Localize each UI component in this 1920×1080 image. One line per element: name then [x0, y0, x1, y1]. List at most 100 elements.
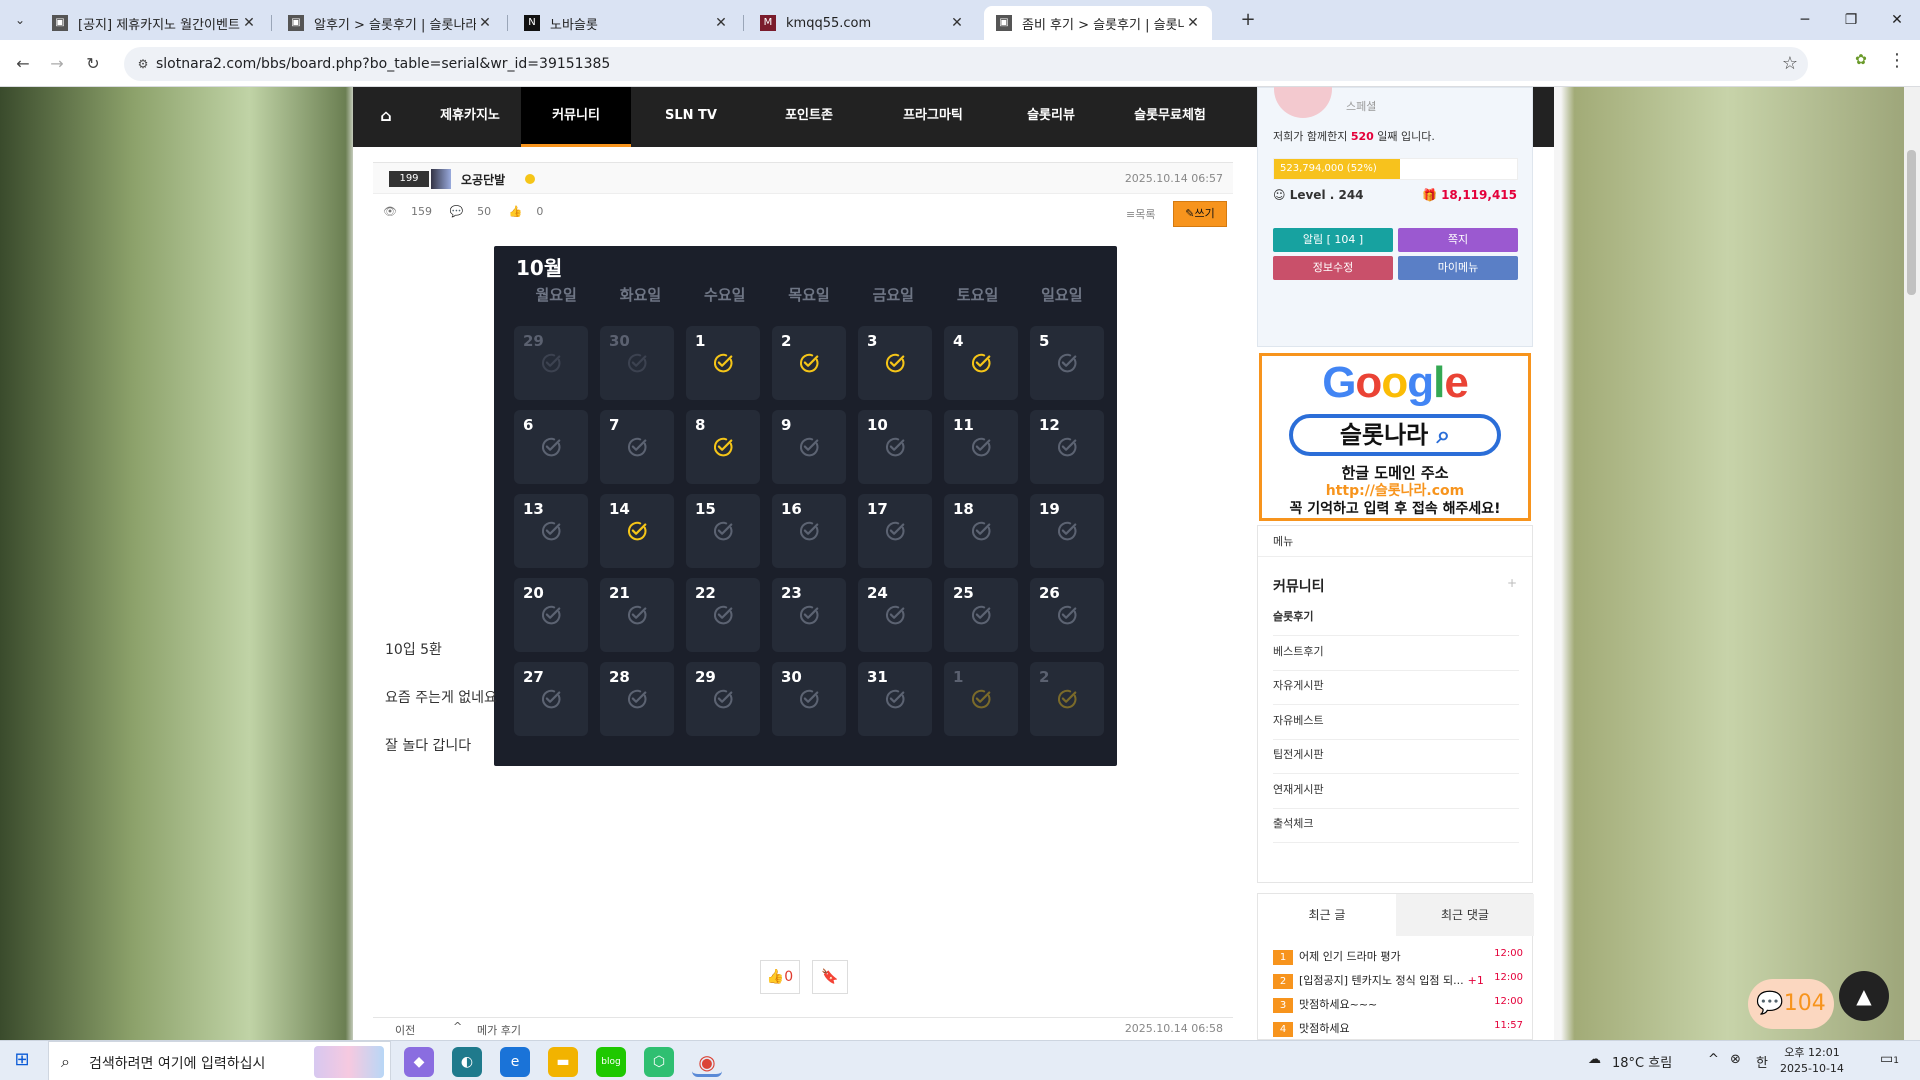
- recent-post-item[interactable]: 4 맛점하세요 11:57: [1273, 1020, 1523, 1038]
- tab-search-button[interactable]: ⌄: [8, 8, 32, 32]
- notification-center-icon[interactable]: ▭1: [1880, 1051, 1899, 1067]
- app-icon[interactable]: ◐: [452, 1047, 482, 1077]
- tab-recent-comments[interactable]: 최근 댓글: [1396, 894, 1534, 936]
- sidebar-menu-item[interactable]: 팁전게시판: [1273, 740, 1519, 774]
- tab-recent-posts[interactable]: 최근 글: [1258, 894, 1396, 936]
- plus-icon[interactable]: +: [1507, 576, 1517, 590]
- gift-icon: 🎁: [1421, 188, 1437, 202]
- calendar-day: 6: [514, 410, 588, 484]
- tab-close-icon[interactable]: ✕: [712, 15, 730, 31]
- windows-start-icon[interactable]: ⊞: [10, 1049, 34, 1073]
- nav-item[interactable]: 포인트존: [751, 87, 867, 147]
- edit-profile-button[interactable]: 정보수정: [1273, 256, 1393, 280]
- menu-section-title[interactable]: 커뮤니티: [1273, 576, 1325, 596]
- tab-close-icon[interactable]: ✕: [240, 15, 258, 31]
- recent-post-item[interactable]: 1 어제 인기 드라마 평가 12:00: [1273, 948, 1523, 966]
- calendar-day: 2: [1030, 662, 1104, 736]
- chevron-up-icon[interactable]: ^: [1708, 1052, 1719, 1067]
- recent-post-title[interactable]: 맛점하세요~~~: [1299, 998, 1377, 1011]
- prev-post-row[interactable]: 이전 ^ 메가 후기 2025.10.14 06:58: [373, 1017, 1233, 1037]
- post-date: 2025.10.14 06:57: [1124, 172, 1223, 185]
- like-button[interactable]: 👍0: [760, 960, 800, 994]
- list-link[interactable]: ≡목록: [1126, 206, 1155, 222]
- nav-item[interactable]: 제휴카지노: [419, 87, 521, 147]
- browser-tab[interactable]: N 노바슬롯 ✕: [512, 6, 740, 40]
- day-number: 31: [867, 668, 888, 686]
- recent-post-title[interactable]: 어제 인기 드라마 평가: [1299, 950, 1401, 963]
- sidebar-menu-item[interactable]: 베스트후기: [1273, 637, 1519, 671]
- day-number: 10: [867, 416, 888, 434]
- weekday-label: 수요일: [704, 286, 746, 304]
- write-button[interactable]: ✎쓰기: [1173, 201, 1227, 227]
- back-arrow-icon[interactable]: ←: [10, 51, 36, 77]
- unchecked-icon: [541, 353, 561, 373]
- chrome-icon[interactable]: ◉: [692, 1047, 722, 1077]
- my-menu-button[interactable]: 마이메뉴: [1398, 256, 1518, 280]
- calendar-day: 30: [600, 326, 674, 400]
- exp-bar: 523,794,000 (52%): [1273, 158, 1518, 180]
- tab-close-icon[interactable]: ✕: [476, 15, 494, 31]
- sidebar-menu-item[interactable]: 자유베스트: [1273, 706, 1519, 740]
- restore-button[interactable]: ❐: [1828, 0, 1874, 40]
- network-icon[interactable]: ⊗: [1730, 1052, 1741, 1067]
- edge-icon[interactable]: e: [500, 1047, 530, 1077]
- taskbar-search[interactable]: ⌕ 검색하려면 여기에 입력하십시: [48, 1041, 391, 1080]
- prev-title[interactable]: 메가 후기: [477, 1022, 521, 1038]
- messages-button[interactable]: 쪽지: [1398, 228, 1518, 252]
- browser-tab[interactable]: ▣ 알후기 > 슬롯후기 | 슬롯나라 ✕: [276, 6, 504, 40]
- scrollbar-thumb[interactable]: [1907, 150, 1916, 295]
- blog-icon[interactable]: blog: [596, 1047, 626, 1077]
- unchecked-icon: [799, 689, 819, 709]
- nav-item[interactable]: 커뮤니티: [521, 87, 631, 147]
- day-number: 29: [695, 668, 716, 686]
- reload-icon[interactable]: ↻: [80, 51, 106, 77]
- new-tab-button[interactable]: +: [1234, 8, 1262, 32]
- recent-post-item[interactable]: 2 [입점공지] 텐카지노 정식 입점 되... +1 12:00: [1273, 972, 1523, 990]
- copilot-icon[interactable]: ◆: [404, 1047, 434, 1077]
- nav-item[interactable]: SLN TV: [631, 87, 751, 147]
- url-text[interactable]: slotnara2.com/bbs/board.php?bo_table=ser…: [156, 56, 610, 72]
- address-bar[interactable]: ⚙ slotnara2.com/bbs/board.php?bo_table=s…: [124, 47, 1808, 81]
- ime-indicator[interactable]: 한: [1756, 1052, 1768, 1071]
- bookmark-button[interactable]: 🔖: [812, 960, 848, 994]
- browser-tab[interactable]: ▣ [공지] 제휴카지노 월간이벤트 ✕: [40, 6, 268, 40]
- unchecked-icon: [971, 689, 991, 709]
- browser-menu-icon[interactable]: ⋮: [1888, 50, 1906, 71]
- sidebar-menu-item[interactable]: 자유게시판: [1273, 671, 1519, 705]
- weather-icon[interactable]: ☁: [1588, 1052, 1601, 1067]
- home-icon[interactable]: ⌂: [353, 87, 419, 147]
- rank-badge: 1: [1273, 950, 1293, 965]
- bookmark-star-icon[interactable]: ☆: [1782, 53, 1798, 74]
- extension-icon[interactable]: ✿: [1850, 52, 1872, 74]
- recent-post-item[interactable]: 3 맛점하세요~~~ 12:00: [1273, 996, 1523, 1014]
- post-author[interactable]: 오공단발: [461, 171, 505, 188]
- ad-line-2: http://슬롯나라.com: [1325, 483, 1465, 499]
- recent-post-title[interactable]: 맛점하세요: [1299, 1022, 1350, 1035]
- scroll-top-button[interactable]: ▲: [1839, 971, 1889, 1021]
- window-close-button[interactable]: ✕: [1874, 0, 1920, 40]
- site-info-icon[interactable]: ⚙: [134, 55, 152, 73]
- browser-tab[interactable]: ▣ 좀비 후기 > 슬롯후기 | 슬롯나 ✕: [984, 6, 1212, 40]
- recent-post-title[interactable]: [입점공지] 텐카지노 정식 입점 되...: [1299, 974, 1464, 987]
- minimize-button[interactable]: ─: [1782, 0, 1828, 40]
- forward-arrow-icon[interactable]: →: [44, 51, 70, 77]
- weather-text[interactable]: 18°C 흐림: [1612, 1052, 1672, 1071]
- clock[interactable]: 오후 12:01 2025-10-14: [1780, 1045, 1844, 1077]
- calendar-day: 16: [772, 494, 846, 568]
- nav-item[interactable]: 슬롯리뷰: [999, 87, 1103, 147]
- domain-ad-banner[interactable]: Google 슬롯나라 ⌕ 한글 도메인 주소 http://슬롯나라.com …: [1259, 353, 1531, 521]
- file-explorer-icon[interactable]: ▬: [548, 1047, 578, 1077]
- nav-item[interactable]: 슬롯무료체험: [1103, 87, 1237, 147]
- app-icon[interactable]: ⬡: [644, 1047, 674, 1077]
- chat-button[interactable]: 💬104: [1748, 979, 1834, 1029]
- browser-tab[interactable]: Mkmqq55.com ✕: [748, 6, 976, 40]
- comment-icon: 💬: [449, 205, 464, 218]
- sidebar-menu-item[interactable]: 슬롯후기: [1273, 602, 1519, 636]
- sidebar-menu-item[interactable]: 출석체크: [1273, 809, 1519, 843]
- tab-close-icon[interactable]: ✕: [948, 15, 966, 31]
- nav-item[interactable]: 프라그마틱: [867, 87, 999, 147]
- tab-close-icon[interactable]: ✕: [1184, 15, 1202, 31]
- post-body-line: 10입 5환: [385, 642, 442, 658]
- alerts-button[interactable]: 알림 [ 104 ]: [1273, 228, 1393, 252]
- sidebar-menu-item[interactable]: 연재게시판: [1273, 775, 1519, 809]
